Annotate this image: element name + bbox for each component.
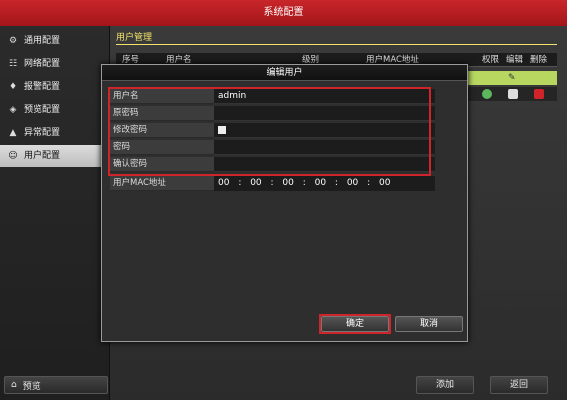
cancel-button[interactable]: 取消 [395, 316, 463, 332]
home-icon: ⌂ [11, 380, 17, 390]
delete-icon[interactable] [534, 89, 544, 99]
permission-check-icon[interactable] [482, 89, 492, 99]
edit-icon[interactable] [508, 89, 518, 99]
mac-address-label: 用户MAC地址 [110, 176, 214, 191]
network-icon: ☷ [8, 59, 18, 69]
sidebar-item-label: 预览配置 [24, 105, 61, 115]
sidebar-item-label: 用户配置 [24, 151, 61, 161]
warning-icon: ▲ [9, 128, 17, 138]
gear-icon: ⚙ [8, 36, 18, 46]
alarm-icon: ♦ [8, 82, 18, 92]
sidebar-item-alarm[interactable]: ♦ 报警配置 [0, 76, 109, 98]
user-icon: ☺ [8, 151, 18, 161]
sidebar-item-preview[interactable]: ◈ 预览配置 [0, 99, 109, 121]
edit-icon[interactable]: ✎ [508, 73, 518, 83]
col-delete: 删除 [530, 55, 548, 65]
col-permission: 权限 [482, 55, 500, 65]
preview-button[interactable]: ⌂ 预览 [4, 376, 108, 394]
confirm-button[interactable]: 确定 [321, 316, 389, 332]
dialog-title: 编辑用户 [102, 65, 467, 81]
highlight-frame [108, 87, 431, 176]
sidebar-item-label: 异常配置 [24, 128, 61, 138]
sidebar: ⚙ 通用配置 ☷ 网络配置 ♦ 报警配置 ◈ 预览配置 ▲ 异常配置 ☺ 用户配… [0, 26, 110, 400]
sidebar-item-exception[interactable]: ▲ 异常配置 [0, 122, 109, 144]
add-user-button[interactable]: 添加 [416, 376, 474, 394]
window-title: 系统配置 [0, 0, 567, 26]
eye-icon: ◈ [9, 105, 17, 115]
sidebar-item-label: 网络配置 [24, 59, 61, 69]
mac-address-input[interactable]: 00 : 00 : 00 : 00 : 00 : 00 [214, 176, 435, 191]
back-button[interactable]: 返回 [490, 376, 548, 394]
sidebar-item-general[interactable]: ⚙ 通用配置 [0, 30, 109, 52]
mac-address-field: 用户MAC地址 00 : 00 : 00 : 00 : 00 : 00 [110, 176, 435, 191]
col-edit: 编辑 [506, 55, 524, 65]
sidebar-item-user[interactable]: ☺ 用户配置 [0, 145, 109, 167]
sidebar-item-label: 报警配置 [24, 82, 61, 92]
section-title: 用户管理 [116, 30, 557, 45]
sidebar-item-network[interactable]: ☷ 网络配置 [0, 53, 109, 75]
edit-user-dialog: 编辑用户 用户名 admin 原密码 修改密码 密码 确认密码 用户MAC地址 … [101, 64, 468, 342]
sidebar-item-label: 通用配置 [24, 36, 61, 46]
